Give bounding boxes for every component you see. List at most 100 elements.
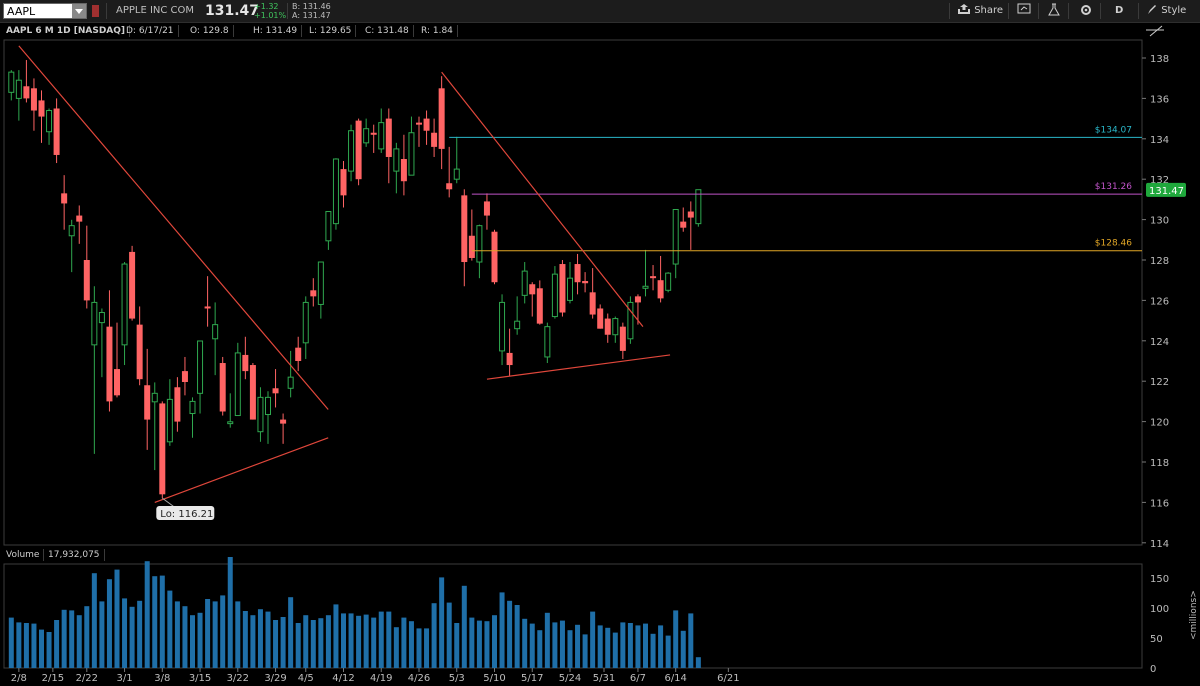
candle-body-up	[166, 398, 173, 443]
candle-body-down	[416, 122, 422, 125]
candle-body-down	[657, 280, 664, 299]
candle-body-up	[612, 318, 619, 336]
info-bar: AAPL 6 M 1D [NASDAQ] D: 6/17/21 O: 129.8…	[0, 23, 1142, 40]
candle-body-down	[680, 221, 687, 228]
candle-body-up	[257, 396, 264, 433]
volume-bar	[341, 613, 346, 668]
x-tick-label: 3/22	[227, 673, 249, 684]
volume-bar	[529, 623, 535, 668]
volume-bar	[439, 577, 445, 668]
candle-body-up	[378, 122, 385, 150]
y-tick-label: 122	[1150, 377, 1169, 388]
volume-bar	[280, 617, 286, 668]
candle-body-up	[68, 225, 75, 237]
volume-bar	[356, 615, 362, 668]
divider	[1008, 3, 1009, 19]
flask-button[interactable]	[1047, 3, 1061, 19]
chevron-down-icon[interactable]	[72, 4, 86, 18]
candle-body-down	[181, 371, 188, 383]
volume-bar	[665, 635, 671, 668]
candle-body-up	[408, 132, 415, 176]
x-tick-label: 5/31	[593, 673, 615, 684]
flag-icon[interactable]	[92, 5, 99, 17]
y-tick-label: 138	[1150, 54, 1169, 65]
candle-body-up	[302, 301, 309, 344]
volume-bar	[212, 601, 218, 668]
candle-body-down	[536, 288, 543, 324]
volume-bar	[605, 627, 611, 668]
settings-button[interactable]	[1079, 3, 1093, 19]
divider	[1068, 3, 1069, 19]
volume-bar	[635, 625, 641, 668]
info-range: R: 1.84	[417, 25, 458, 37]
volume-bar	[152, 576, 158, 668]
volume-bar	[197, 612, 203, 668]
volume-bar	[567, 630, 573, 668]
candle-body-down	[619, 326, 626, 351]
candle-body-up	[332, 158, 339, 225]
toolbar: AAPL APPLE INC COM 131.47 +1.32 +1.01% B…	[0, 0, 1200, 23]
candle-body-up	[46, 110, 53, 133]
candle-body-down	[506, 352, 513, 366]
volume-bar	[273, 620, 279, 668]
volume-pane-frame	[3, 563, 1143, 669]
volume-bar	[476, 620, 482, 668]
candle-body-down	[174, 387, 181, 422]
candle-body-up	[265, 396, 271, 416]
candle-body-down	[650, 276, 657, 279]
volume-bar	[190, 615, 195, 668]
volume-bar	[371, 617, 377, 668]
candle-body-up	[642, 285, 649, 289]
candle-body-up	[672, 209, 679, 265]
candle-body-up	[348, 130, 355, 172]
candle-body-down	[204, 306, 211, 309]
volume-bar	[348, 613, 354, 668]
y-tick-label: 120	[1150, 418, 1169, 429]
gear-icon	[1081, 5, 1091, 15]
y-tick-label: 132	[1150, 175, 1169, 186]
info-date: D: 6/17/21	[122, 25, 179, 37]
volume-bar	[597, 625, 603, 668]
symbol-input[interactable]: AAPL	[3, 3, 87, 19]
style-button[interactable]: Style	[1146, 3, 1186, 19]
candle-body-up	[151, 392, 158, 403]
chart-title: AAPL 6 M 1D [NASDAQ]	[2, 25, 131, 37]
volume-bar	[424, 628, 430, 668]
candle-body-up	[363, 128, 370, 144]
candle-body-up	[499, 301, 506, 352]
candle-body-down	[129, 251, 136, 319]
volume-tick-label: 0	[1150, 664, 1156, 675]
candle-body-down	[491, 231, 498, 283]
candle-body-up	[695, 189, 702, 225]
candle-body-down	[355, 120, 362, 180]
volume-bar	[174, 601, 180, 668]
candle-body-down	[106, 326, 113, 402]
volume-bar	[8, 617, 14, 668]
volume-bar	[446, 602, 452, 668]
price-level-label: $131.26	[1095, 182, 1132, 192]
volume-tick-label: 150	[1150, 574, 1169, 585]
trend-line	[486, 354, 671, 380]
candle-body-up	[15, 79, 22, 99]
volume-bar	[167, 590, 173, 668]
candle-body-down	[249, 365, 256, 420]
candle-body-down	[340, 169, 347, 196]
candle-body-down	[634, 296, 641, 303]
share-icon	[958, 4, 970, 14]
volume-bar	[363, 614, 369, 668]
share-button[interactable]: Share	[957, 3, 1003, 19]
divider	[1038, 3, 1039, 19]
volume-tick-label: 100	[1150, 604, 1169, 615]
volume-bar	[673, 610, 679, 668]
volume-bar	[91, 573, 97, 668]
candle-body-up	[476, 225, 483, 263]
period-button[interactable]: D	[1115, 3, 1123, 19]
volume-bar	[295, 623, 301, 668]
studies-button[interactable]	[1017, 3, 1033, 19]
volume-bar	[333, 604, 339, 668]
volume-bar	[288, 597, 294, 668]
volume-bar	[69, 610, 75, 668]
candle-body-down	[461, 195, 468, 263]
volume-bar	[250, 615, 256, 668]
volume-bar	[492, 615, 497, 668]
